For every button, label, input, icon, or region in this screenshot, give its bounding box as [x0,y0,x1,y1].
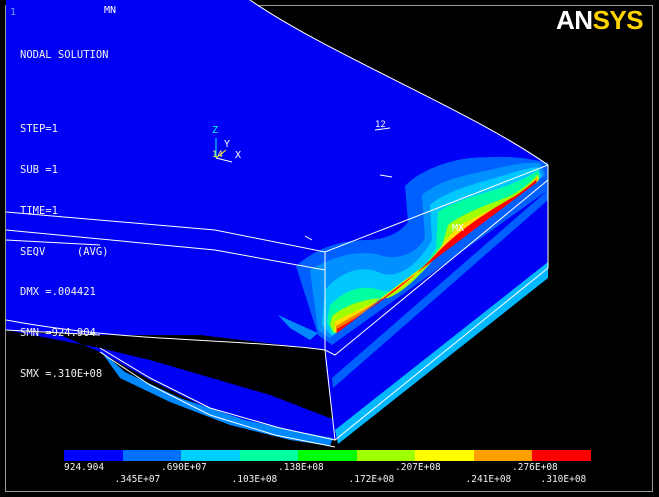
ansys-logo: ANSYS [556,5,644,35]
info-step: STEP=1 [20,123,58,136]
solution-info-panel: NODAL SOLUTION STEP=1 SUB =1 TIME=1 SEQV… [20,22,109,409]
axis-triad: Z Y X 14 [208,124,248,169]
info-time: TIME=1 [20,204,58,217]
axis-y-label: Y [224,139,231,150]
legend-bottom-label-1: .103E+08 [231,474,278,485]
graphics-viewport[interactable]: Z Y X 14 1 MN MX 12 NODAL SOLUTION STEP=… [0,0,659,497]
legend-band-6 [415,450,474,461]
legend-band-4 [298,450,357,461]
legend-bottom-label-0: .345E+07 [114,474,161,485]
logo-part1: AN [556,5,593,35]
legend-band-8 [532,450,591,461]
legend-band-5 [356,450,416,461]
axis-origin-label: 14 [212,150,223,160]
legend-top-label-4: .276E+08 [512,462,558,473]
legend-band-0 [64,450,123,461]
info-result-type: SEQV (AVG) [20,245,109,258]
window-number: 1 [10,7,17,18]
legend-band-1 [122,450,182,461]
info-title: NODAL SOLUTION [20,49,109,62]
legend-top-label-3: .207E+08 [395,462,441,473]
legend-band-7 [473,450,533,461]
max-marker-label: MX [452,223,465,234]
min-marker-label: MN [104,5,117,16]
legend-band-2 [181,450,240,461]
axis-x-label: X [235,150,242,161]
legend-top-label-1: .690E+07 [161,462,207,473]
legend-top-label-2: .138E+08 [278,462,324,473]
axis-z-label: Z [212,125,219,136]
info-dmx: DMX =.004421 [20,286,96,299]
node-number-label: 12 [375,120,386,130]
info-smx: SMX =.310E+08 [20,367,103,380]
info-sub: SUB =1 [20,163,58,176]
info-smn: SMN =924.904 [20,327,96,340]
legend-top-label-0: 924.904 [64,462,105,473]
legend-bottom-label-4: .310E+08 [540,474,587,485]
legend-bottom-label-3: .241E+08 [465,474,512,485]
legend-band-3 [239,450,299,461]
legend-bottom-label-2: .172E+08 [348,474,395,485]
logo-part2: SYS [592,5,644,35]
